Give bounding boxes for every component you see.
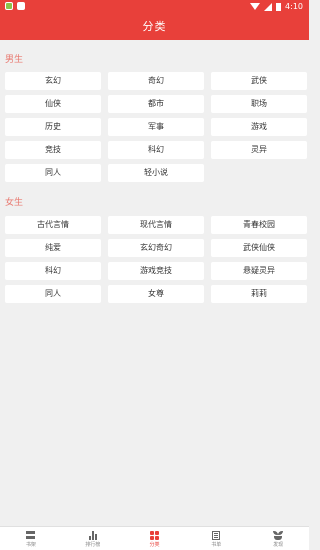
nav-label: 书架 [25,542,36,548]
signal-icon [264,2,273,11]
battery-icon [276,2,282,11]
category-button[interactable]: 轻小说 [108,164,204,182]
category-button[interactable]: 古代言情 [5,216,101,234]
nav-label: 排行榜 [85,542,101,548]
booklist-icon [212,530,221,540]
discover-icon [273,530,284,540]
category-button[interactable]: 游戏 [211,118,307,136]
category-button[interactable]: 武侠仙侠 [211,239,307,257]
nav-item-bookshelf[interactable]: 书架 [0,527,62,550]
category-button[interactable]: 奇幻 [108,72,204,90]
category-icon [149,530,159,540]
category-button[interactable]: 武侠 [211,72,307,90]
category-button[interactable]: 悬疑灵异 [211,262,307,280]
category-button[interactable]: 竞技 [5,141,101,159]
nav-item-category[interactable]: 分类 [124,527,186,550]
category-button[interactable]: 女尊 [108,285,204,303]
category-button[interactable]: 玄幻 [5,72,101,90]
category-button[interactable]: 纯爱 [5,239,101,257]
category-button[interactable]: 都市 [108,95,204,113]
category-button[interactable]: 现代言情 [108,216,204,234]
category-button[interactable]: 仙侠 [5,95,101,113]
nav-label: 书单 [211,542,222,548]
nav-label: 发现 [273,542,284,548]
category-button[interactable]: 科幻 [5,262,101,280]
page-title: 分类 [142,20,167,33]
app-bar: 分类 [0,13,309,40]
app-icon [17,2,25,10]
male-category-grid: 玄幻 奇幻 武侠 仙侠 都市 职场 历史 军事 游戏 竞技 科幻 灵异 同人 轻… [5,72,307,182]
category-button[interactable]: 科幻 [108,141,204,159]
status-time: 4:10 [285,2,303,11]
category-button[interactable]: 青春校园 [211,216,307,234]
bookshelf-icon [26,531,36,539]
nav-label: 分类 [149,542,160,548]
category-button[interactable]: 莉莉 [211,285,307,303]
category-button[interactable]: 军事 [108,118,204,136]
nav-item-discover[interactable]: 发现 [247,527,309,550]
category-button[interactable]: 玄幻奇幻 [108,239,204,257]
nav-item-ranking[interactable]: 排行榜 [62,527,124,550]
status-bar: 4:10 [0,0,309,13]
app-notification-icon [5,2,13,10]
category-button[interactable]: 历史 [5,118,101,136]
ranking-icon [88,530,97,540]
category-button[interactable]: 游戏竞技 [108,262,204,280]
category-button[interactable]: 同人 [5,164,101,182]
category-button[interactable]: 职场 [211,95,307,113]
wifi-icon [250,3,261,10]
category-button[interactable]: 同人 [5,285,101,303]
section-title-female: 女生 [5,198,24,208]
nav-item-booklist[interactable]: 书单 [185,527,247,550]
bottom-nav: 书架 排行榜 分类 书单 发现 [0,526,309,550]
category-button[interactable]: 灵异 [211,141,307,159]
female-category-grid: 古代言情 现代言情 青春校园 纯爱 玄幻奇幻 武侠仙侠 科幻 游戏竞技 悬疑灵异… [5,216,307,303]
section-title-male: 男生 [5,55,24,65]
